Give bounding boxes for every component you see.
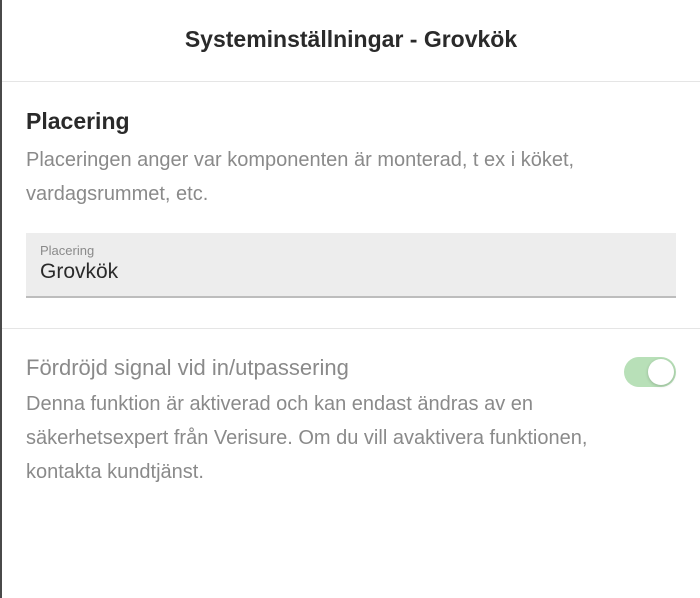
placement-input-label: Placering xyxy=(40,243,662,258)
placement-input-field[interactable]: Placering xyxy=(26,233,676,298)
placement-description: Placeringen anger var komponenten är mon… xyxy=(26,143,676,211)
page-title: Systeminställningar - Grovkök xyxy=(22,26,680,53)
page-header: Systeminställningar - Grovkök xyxy=(2,0,700,82)
delay-toggle[interactable] xyxy=(624,357,676,387)
placement-title: Placering xyxy=(26,108,676,135)
placement-section: Placering Placeringen anger var komponen… xyxy=(2,82,700,329)
delay-title: Fördröjd signal vid in/utpassering xyxy=(26,355,604,381)
placement-input[interactable] xyxy=(40,260,662,284)
delay-section: Fördröjd signal vid in/utpassering Denna… xyxy=(2,329,700,519)
toggle-knob-icon xyxy=(648,359,674,385)
delay-description: Denna funktion är aktiverad och kan enda… xyxy=(26,387,604,489)
